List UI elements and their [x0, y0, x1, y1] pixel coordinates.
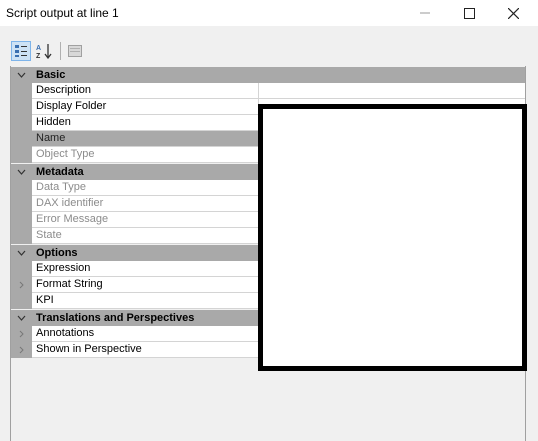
- close-button[interactable]: [491, 0, 535, 26]
- alphabetical-sort-icon: A Z: [36, 44, 52, 59]
- property-value[interactable]: [259, 83, 525, 99]
- toolbar-separator: [60, 42, 61, 60]
- property-name: Annotations: [32, 326, 259, 342]
- property-name: Error Message: [32, 212, 259, 228]
- property-name: State: [32, 228, 259, 244]
- property-name: Name: [32, 131, 259, 147]
- property-name: Shown in Perspective: [32, 342, 259, 358]
- categorized-icon: [15, 45, 27, 57]
- category-label: Basic: [36, 69, 66, 81]
- chevron-down-icon[interactable]: [16, 166, 26, 178]
- property-pages-icon: [68, 45, 82, 57]
- property-name: Data Type: [32, 180, 259, 196]
- property-name: Object Type: [32, 147, 259, 163]
- property-row-description[interactable]: Description: [11, 83, 525, 99]
- svg-text:Z: Z: [36, 53, 41, 59]
- maximize-button[interactable]: [447, 0, 491, 26]
- property-name: Format String: [32, 277, 259, 293]
- property-name: DAX identifier: [32, 196, 259, 212]
- property-name: Display Folder: [32, 99, 259, 115]
- property-name: KPI: [32, 293, 259, 309]
- chevron-down-icon[interactable]: [16, 247, 26, 259]
- minimize-button[interactable]: [403, 0, 447, 26]
- property-name: Description: [32, 83, 259, 99]
- property-pages-button[interactable]: [65, 41, 85, 61]
- toolbar: A Z: [0, 38, 538, 64]
- property-name: Expression: [32, 261, 259, 277]
- property-name: Hidden: [32, 115, 259, 131]
- alphabetical-button[interactable]: A Z: [35, 41, 55, 61]
- chevron-right-icon[interactable]: [11, 326, 32, 342]
- svg-text:A: A: [36, 45, 41, 52]
- category-label: Metadata: [36, 166, 84, 178]
- close-icon: [507, 7, 519, 19]
- chevron-down-icon[interactable]: [16, 69, 26, 81]
- window-title: Script output at line 1: [6, 6, 119, 20]
- chevron-right-icon[interactable]: [11, 342, 32, 358]
- chevron-right-icon[interactable]: [11, 277, 32, 293]
- maximize-icon: [463, 7, 475, 19]
- title-bar: Script output at line 1: [0, 0, 538, 26]
- chevron-down-icon[interactable]: [16, 312, 26, 324]
- category-label: Translations and Perspectives: [36, 312, 195, 324]
- redaction-box: [258, 104, 527, 371]
- category-basic[interactable]: Basic: [11, 67, 525, 83]
- categorized-button[interactable]: [11, 41, 31, 61]
- category-label: Options: [36, 247, 78, 259]
- minimize-icon: [420, 12, 430, 14]
